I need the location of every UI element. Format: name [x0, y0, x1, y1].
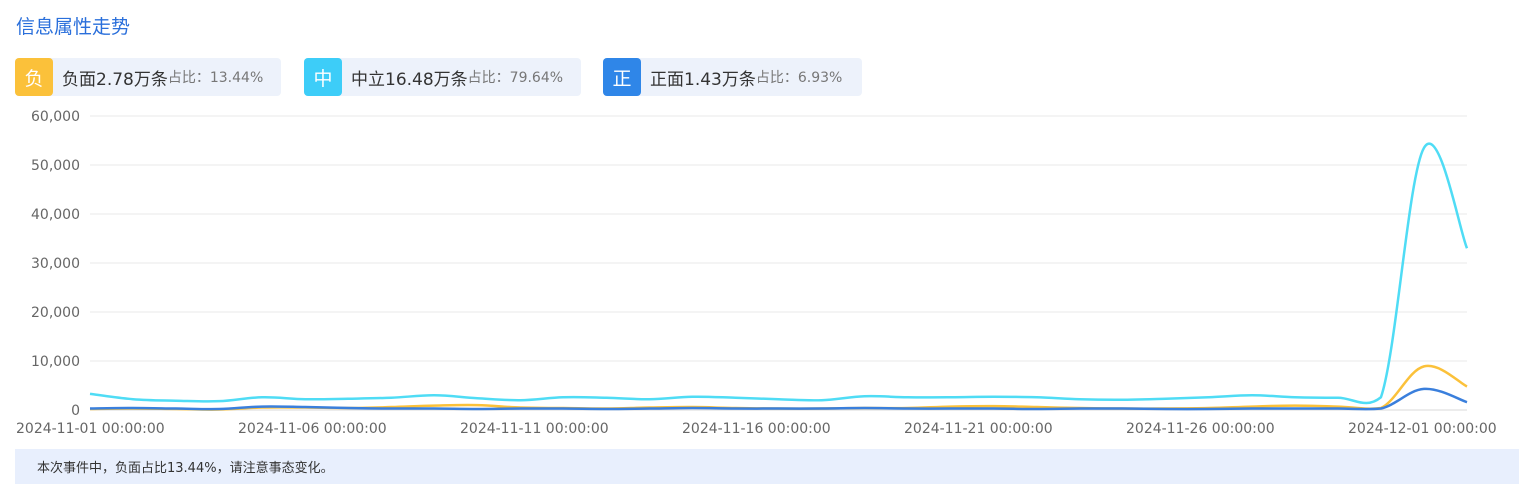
- page-title: 信息属性走势: [16, 16, 131, 38]
- x-tick-label: 2024-11-21 00:00:00: [904, 421, 1053, 437]
- neutral-ratio-label: 占比：: [467, 70, 510, 86]
- y-tick-label: 40,000: [31, 207, 80, 223]
- negative-ratio-value: 13.44%: [209, 70, 264, 86]
- chart-grid: [90, 115, 1467, 411]
- positive-ratio-value: 6.93%: [797, 70, 843, 86]
- x-tick-label: 2024-11-16 00:00:00: [682, 421, 831, 437]
- y-tick-label: 50,000: [31, 158, 80, 174]
- legend-neutral[interactable]: 中 中立16.48万条 占比：79.64%: [304, 58, 581, 96]
- negative-count-label: 负面2.78万条: [62, 69, 168, 90]
- chart-series: [89, 142, 1469, 411]
- y-tick-label: 20,000: [31, 305, 80, 321]
- x-tick-label: 2024-11-06 00:00:00: [238, 421, 387, 437]
- y-axis-ticks: 0 10,000 20,000 30,000 40,000 50,000 60,000: [31, 109, 80, 419]
- positive-badge: 正: [603, 58, 641, 96]
- positive-count-label: 正面1.43万条: [650, 69, 756, 90]
- positive-ratio: 占比：6.93%: [756, 67, 842, 87]
- x-tick-label: 2024-11-11 00:00:00: [460, 421, 609, 437]
- negative-ratio: 占比：13.44%: [168, 67, 263, 87]
- x-tick-label: 2024-11-01 00:00:00: [16, 421, 165, 437]
- negative-ratio-label: 占比：: [167, 70, 210, 86]
- x-axis-ticks: 2024-11-01 00:00:00 2024-11-06 00:00:00 20…: [16, 421, 1497, 437]
- series-line-neg: [89, 364, 1468, 411]
- x-tick-label: 2024-11-26 00:00:00: [1126, 421, 1275, 437]
- legend-positive[interactable]: 正 正面1.43万条 占比：6.93%: [603, 58, 862, 96]
- trend-line-chart: 0 10,000 20,000 30,000 40,000 50,000 60,000 20…: [16, 109, 1497, 437]
- y-tick-label: 0: [71, 403, 80, 419]
- y-tick-label: 30,000: [31, 256, 80, 272]
- y-tick-label: 60,000: [31, 109, 80, 125]
- alert-note: 本次事件中，负面占比13.44%，请注意事态变化。: [15, 449, 1519, 484]
- series-line-neu: [89, 142, 1469, 405]
- neutral-ratio: 占比：79.64%: [468, 67, 563, 87]
- x-tick-label: 2024-12-01 00:00:00: [1348, 421, 1497, 437]
- neutral-count-label: 中立16.48万条: [351, 69, 468, 90]
- alert-note-text: 本次事件中，负面占比13.44%，请注意事态变化。: [37, 461, 334, 476]
- neutral-badge: 中: [304, 58, 342, 96]
- legend-negative[interactable]: 负 负面2.78万条 占比：13.44%: [15, 58, 281, 96]
- y-tick-label: 10,000: [31, 354, 80, 370]
- positive-ratio-label: 占比：: [755, 70, 798, 86]
- negative-badge: 负: [15, 58, 53, 96]
- neutral-ratio-value: 79.64%: [509, 70, 564, 86]
